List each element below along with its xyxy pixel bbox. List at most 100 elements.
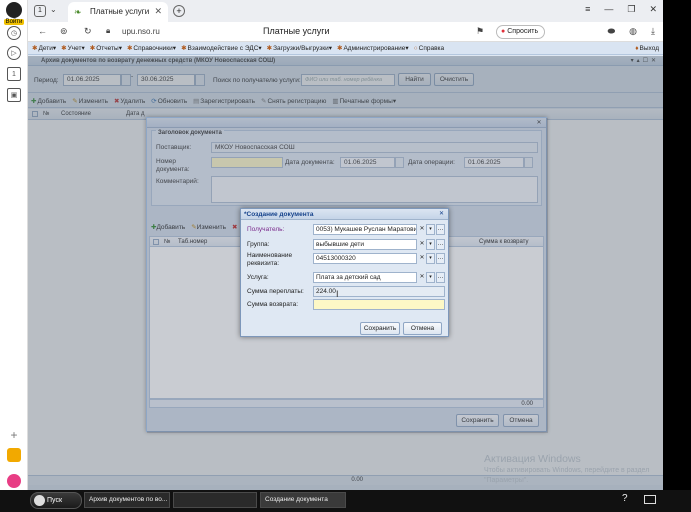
browser-side-rail: Войти ◷ ▷ 1 ▣ + [0,0,28,512]
ask-label: Спросить [507,28,539,35]
return-label: Сумма возврата: [247,301,298,308]
menu-label: Справка [418,44,445,52]
children-icon: ✱ [32,45,38,52]
tab-number-icon[interactable]: 1 [7,67,21,81]
create-document-dialog: *Создание документа ✕ Получатель: 0053) … [240,208,449,337]
clock-icon[interactable]: ◷ [7,26,21,40]
menu-label: Учет [67,45,82,52]
tab-count-button[interactable]: 1 [34,5,46,17]
more-icon[interactable]: … [436,224,445,235]
directories-icon: ✱ [126,45,133,52]
mail-app-icon[interactable] [7,448,21,462]
back-icon[interactable]: ← [38,26,47,36]
lock-icon: 🔒︎ [106,26,111,35]
avatar [6,2,22,18]
start-button[interactable]: Пуск [30,492,82,509]
menu-item-help[interactable]: ○Справка [414,45,444,52]
profile-button[interactable]: Войти [2,2,26,25]
clear-icon[interactable]: ✕ [418,272,426,283]
admin-icon: ✱ [336,45,343,52]
recipient-label: Получатель: [247,226,285,233]
return-sum-input[interactable] [313,299,445,310]
create-save-button[interactable]: Сохранить [360,322,400,335]
requisite-combo[interactable]: 04513000320 [313,253,417,264]
menu-item-eds[interactable]: ✱Взаимодействие с ЭДС▾ [181,44,262,52]
menu-item-children[interactable]: ✱Дети▾ [32,44,56,52]
uploads-icon: ✱ [266,45,273,52]
close-icon[interactable]: ✕ [438,211,445,218]
taskbar-item-blank[interactable] [173,492,257,508]
help-icon: ○ [413,44,418,52]
maximize-icon[interactable]: ❐ [627,4,635,15]
downloads-icon[interactable]: ⤓ [651,26,655,37]
reload-icon[interactable]: ↻ [84,26,92,37]
menu-item-admin[interactable]: ✱Администрирование▾ [337,44,409,52]
login-label: Войти [3,19,25,25]
tab-title: Платные услуги [90,7,150,16]
notification-icon[interactable] [644,495,656,504]
more-icon[interactable]: … [436,239,445,250]
minimize-icon[interactable]: — [604,4,613,15]
reading-icon[interactable]: ◍ [629,26,637,37]
exit-icon: ♦ [635,44,639,52]
clear-icon[interactable]: ✕ [418,253,426,264]
more-icon[interactable]: … [436,272,445,283]
ask-button[interactable]: ● Спросить [496,25,546,39]
page-title: Платные услуги [263,26,330,36]
ask-icon: ● [501,28,506,35]
alice-icon[interactable] [7,474,21,488]
overpay-field: 224.00 [313,286,445,297]
taskbar-item-archive[interactable]: Архив документов по во... [84,492,170,508]
menu-label: Взаимодействие с ЭДС [187,45,259,52]
play-icon[interactable]: ▷ [7,46,21,60]
browser-tab[interactable]: ❧ Платные услуги ✕ [68,2,168,22]
exit-button[interactable]: ♦Выход [635,45,659,52]
recipient-combo[interactable]: 0053) Мукашев Руслан Маратович [313,224,417,235]
window-controls: ≡ — ❐ ✕ [585,4,657,15]
bookmark-icon[interactable]: ⚑ [476,26,484,37]
extension-icon[interactable]: ⬬ [607,26,615,37]
exit-label: Выход [639,44,659,52]
chevron-down-icon[interactable]: ⌄ [50,5,57,14]
text-cursor-icon: I [336,289,339,299]
panel-icon[interactable]: ▣ [7,88,21,102]
add-icon[interactable]: + [7,428,21,442]
help-icon[interactable]: ? [622,493,628,504]
overpay-label: Сумма переплаты: [247,288,304,295]
tab-bar: 1 ⌄ ❧ Платные услуги ✕ + ≡ — ❐ ✕ [28,0,663,22]
menu-item-directories[interactable]: ✱Справочники▾ [127,44,176,52]
url-text[interactable]: upu.nso.ru [122,27,160,36]
menu-item-reports[interactable]: ✱Отчеты▾ [90,44,122,52]
main-menu: ✱Дети▾ ✱Учет▾ ✱Отчеты▾ ✱Справочники▾ ✱Вз… [28,42,663,55]
security-icon[interactable]: ⊚ [60,26,68,37]
menu-item-uploads[interactable]: ✱Загрузки/Выгрузки▾ [267,44,332,52]
accounting-icon: ✱ [61,45,67,52]
chevron-down-icon[interactable]: ▾ [426,253,435,264]
menu-label: Дети [38,45,53,52]
activation-watermark-title: Активация Windows [484,453,581,465]
requisite-label: Наименование реквизита: [247,252,293,267]
service-label: Услуга: [247,274,269,281]
create-cancel-button[interactable]: Отмена [403,322,442,335]
close-window-icon[interactable]: ✕ [649,4,657,15]
clear-icon[interactable]: ✕ [418,224,426,235]
menu-label: Администрирование [343,45,406,52]
service-combo[interactable]: Плата за детский сад [313,272,417,283]
new-tab-icon[interactable]: + [173,5,185,17]
taskbar-item-create-doc[interactable]: Создание документа [260,492,346,508]
menu-icon[interactable]: ≡ [585,4,590,15]
menu-item-accounting[interactable]: ✱Учет▾ [61,44,85,52]
site-favicon-icon: ❧ [74,7,82,17]
more-icon[interactable]: … [436,253,445,264]
menu-label: Отчеты [96,45,119,52]
menu-label: Справочники [133,45,173,52]
address-bar: ← ⊚ ↻ 🔒︎ upu.nso.ru Платные услуги ⚑ ● Сп… [28,22,663,42]
menu-label: Загрузки/Выгрузки [273,45,329,52]
chevron-down-icon[interactable]: ▾ [426,272,435,283]
chevron-down-icon[interactable]: ▾ [426,239,435,250]
group-label: Группа: [247,241,270,248]
close-tab-icon[interactable]: ✕ [154,6,162,17]
group-combo[interactable]: выбывшие дети [313,239,417,250]
clear-icon[interactable]: ✕ [418,239,426,250]
chevron-down-icon[interactable]: ▾ [426,224,435,235]
